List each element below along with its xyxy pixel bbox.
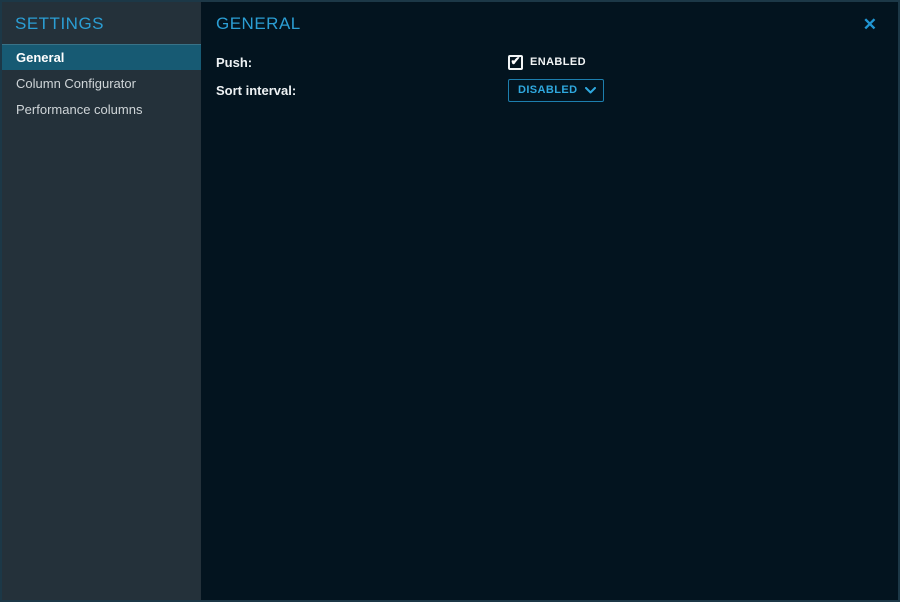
sidebar-header: SETTINGS — [2, 4, 201, 44]
sidebar-item-label: Column Configurator — [16, 76, 136, 91]
close-icon[interactable]: ✕ — [859, 14, 881, 35]
sidebar-item-list: General Column Configurator Performance … — [2, 44, 201, 122]
chevron-down-icon — [585, 87, 596, 94]
sidebar-title: SETTINGS — [15, 14, 104, 34]
sidebar-item-label: Performance columns — [16, 102, 142, 117]
sidebar-item-label: General — [16, 50, 64, 65]
sort-interval-selected-value: DISABLED — [518, 84, 577, 96]
sort-interval-control: DISABLED — [508, 79, 604, 102]
sidebar-item-general[interactable]: General — [2, 44, 201, 70]
settings-form: Push: ✔ ENABLED Sort interval: DISABLED — [201, 44, 898, 104]
general-settings-panel: GENERAL ✕ Push: ✔ ENABLED Sort interval:… — [201, 2, 898, 600]
sort-interval-label: Sort interval: — [216, 83, 508, 98]
sort-interval-setting-row: Sort interval: DISABLED — [216, 76, 883, 104]
push-label: Push: — [216, 55, 508, 70]
panel-title: GENERAL — [216, 14, 301, 34]
panel-header: GENERAL ✕ — [201, 4, 898, 44]
checkmark-icon: ✔ — [510, 55, 520, 67]
sidebar-item-performance-columns[interactable]: Performance columns — [2, 96, 201, 122]
push-checkbox-label: ENABLED — [530, 56, 586, 68]
settings-sidebar: SETTINGS General Column Configurator Per… — [2, 2, 201, 600]
push-control: ✔ ENABLED — [508, 55, 586, 70]
sidebar-item-column-configurator[interactable]: Column Configurator — [2, 70, 201, 96]
sort-interval-dropdown[interactable]: DISABLED — [508, 79, 604, 102]
settings-dialog: SETTINGS General Column Configurator Per… — [0, 0, 900, 602]
push-setting-row: Push: ✔ ENABLED — [216, 48, 883, 76]
push-enabled-checkbox[interactable]: ✔ — [508, 55, 523, 70]
